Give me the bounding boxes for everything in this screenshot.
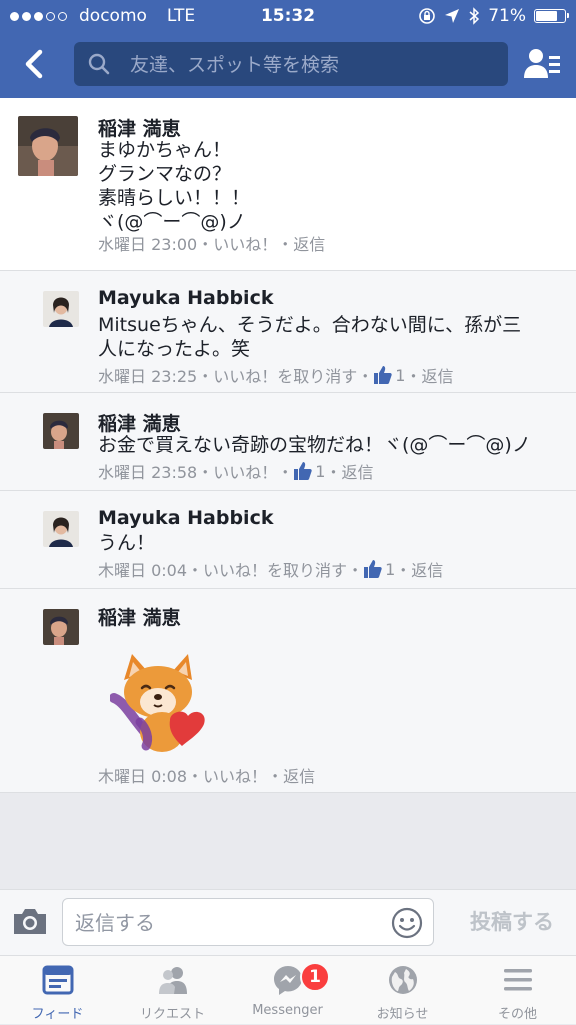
empty-area (0, 792, 576, 890)
battery-icon (534, 9, 569, 23)
comment-time: 水曜日 23:00 (98, 235, 198, 254)
tab-messenger[interactable]: 1 Messenger (230, 956, 345, 1025)
search-bar[interactable] (74, 42, 508, 88)
reply-comment: Mayuka Habbick Mitsueちゃん、そうだよ。合わない間に、孫が三… (0, 270, 576, 392)
avatar[interactable] (43, 511, 79, 547)
tab-notifications[interactable]: お知らせ (345, 956, 460, 1025)
status-icons: 71% (418, 0, 569, 32)
comment-meta: 水曜日 23:25 ・ いいね！を取り消す ・ 1 ・ 返信 (98, 363, 453, 387)
thumbs-up-icon (374, 366, 392, 384)
reply-input[interactable] (73, 899, 387, 947)
comment-text: お金で買えない奇跡の宝物だね！ヾ(@⌒ー⌒@)ノ (98, 434, 531, 456)
reply-composer: 投稿する (0, 889, 576, 955)
like-link[interactable]: いいね！ (213, 459, 277, 483)
camera-button[interactable] (12, 906, 48, 940)
commenter-name[interactable]: Mayuka Habbick (98, 507, 273, 529)
avatar[interactable] (43, 291, 79, 327)
tab-label: リクエスト (139, 1007, 205, 1022)
commenter-name[interactable]: 稲津 満恵 (98, 114, 181, 141)
friend-requests-icon (159, 967, 187, 994)
tab-label: お知らせ (376, 1007, 429, 1022)
comment-time: 木曜日 0:08 (98, 767, 188, 786)
tab-label: その他 (497, 1007, 537, 1022)
tab-feed[interactable]: フィード (0, 956, 115, 1025)
post-button[interactable]: 投稿する (470, 906, 554, 936)
tab-requests[interactable]: リクエスト (115, 956, 230, 1025)
friend-list-button[interactable] (522, 44, 562, 84)
reply-comment: 稲津 満恵 お金で買えない奇跡の宝物だね！ヾ(@⌒ー⌒@)ノ 水曜日 23:58… (0, 392, 576, 490)
location-arrow-icon (445, 9, 460, 23)
tab-label: Messenger (252, 1003, 323, 1018)
battery-percentage: 71% (488, 6, 526, 26)
reply-link[interactable]: 返信 (293, 231, 325, 255)
feed-icon (42, 965, 74, 995)
like-link[interactable]: いいね！ (213, 231, 277, 255)
comment-meta: 水曜日 23:00 ・ いいね！ ・ 返信 (98, 231, 325, 255)
comment: 稲津 満恵 まゆかちゃん！ グランマなの？ 素晴らしい！！！ ヾ(@⌒ー⌒@)ノ… (0, 98, 576, 270)
comment-text: まゆかちゃん！ グランマなの？ 素晴らしい！！！ ヾ(@⌒ー⌒@)ノ (98, 139, 251, 233)
friend-list-icon (524, 49, 560, 78)
comment-thread: 稲津 満恵 まゆかちゃん！ グランマなの？ 素晴らしい！！！ ヾ(@⌒ー⌒@)ノ… (0, 98, 576, 792)
commenter-name[interactable]: 稲津 満恵 (98, 603, 181, 630)
search-input[interactable] (128, 42, 502, 88)
search-icon (88, 53, 110, 75)
messenger-icon (274, 966, 302, 995)
thumbs-up-icon (364, 560, 382, 578)
like-count[interactable]: 1 (293, 461, 325, 481)
avatar[interactable] (18, 116, 78, 176)
reply-comment: Mayuka Habbick うん！ 木曜日 0:04 ・ いいね！を取り消す … (0, 490, 576, 588)
bluetooth-icon (469, 7, 480, 25)
status-bar: docomo LTE 15:32 71% (0, 0, 576, 32)
reply-link[interactable]: 返信 (411, 557, 443, 581)
like-link[interactable]: いいね！ (203, 763, 267, 787)
bottom-tab-bar: フィード リクエスト 1 Messenger お知らせ その他 (0, 955, 576, 1024)
like-count[interactable]: 1 (373, 365, 405, 385)
comment-meta: 木曜日 0:04 ・ いいね！を取り消す ・ 1 ・ 返信 (98, 557, 443, 581)
avatar[interactable] (43, 413, 79, 449)
avatar[interactable] (43, 609, 79, 645)
unlike-link[interactable]: いいね！を取り消す (203, 557, 347, 581)
comment-time: 水曜日 23:25 (98, 367, 198, 386)
thumbs-up-icon (294, 462, 312, 480)
reply-link[interactable]: 返信 (421, 363, 453, 387)
reply-link[interactable]: 返信 (283, 763, 315, 787)
tab-more[interactable]: その他 (460, 956, 575, 1025)
commenter-name[interactable]: 稲津 満恵 (98, 409, 181, 436)
menu-icon (504, 969, 532, 991)
top-navigation-bar: docomo LTE 15:32 71% (0, 0, 576, 98)
camera-icon (14, 909, 46, 934)
notification-badge: 1 (300, 962, 330, 992)
corgi-heart-sticker[interactable] (110, 650, 220, 760)
reply-comment: 稲津 満恵 木曜日 0:08 ・ いいね！ ・ 返信 (0, 588, 576, 792)
tab-label: フィード (31, 1007, 84, 1022)
like-count[interactable]: 1 (363, 559, 395, 579)
globe-icon (389, 966, 417, 994)
commenter-name[interactable]: Mayuka Habbick (98, 287, 273, 309)
unlike-link[interactable]: いいね！を取り消す (213, 363, 357, 387)
comment-time: 木曜日 0:04 (98, 561, 188, 580)
back-button[interactable] (16, 42, 52, 86)
orientation-lock-icon (419, 8, 436, 24)
reply-link[interactable]: 返信 (341, 459, 373, 483)
chevron-left-icon (25, 49, 43, 79)
reply-field[interactable] (62, 898, 434, 947)
emoji-icon[interactable] (391, 907, 423, 939)
comment-text: うん！ (98, 532, 156, 554)
comment-time: 水曜日 23:58 (98, 463, 198, 482)
comment-meta: 木曜日 0:08 ・ いいね！ ・ 返信 (98, 763, 315, 787)
comment-meta: 水曜日 23:58 ・ いいね！ ・ 1 ・ 返信 (98, 459, 373, 483)
comment-text: Mitsueちゃん、そうだよ。合わない間に、孫が三 人になったよ。笑 (98, 314, 522, 360)
